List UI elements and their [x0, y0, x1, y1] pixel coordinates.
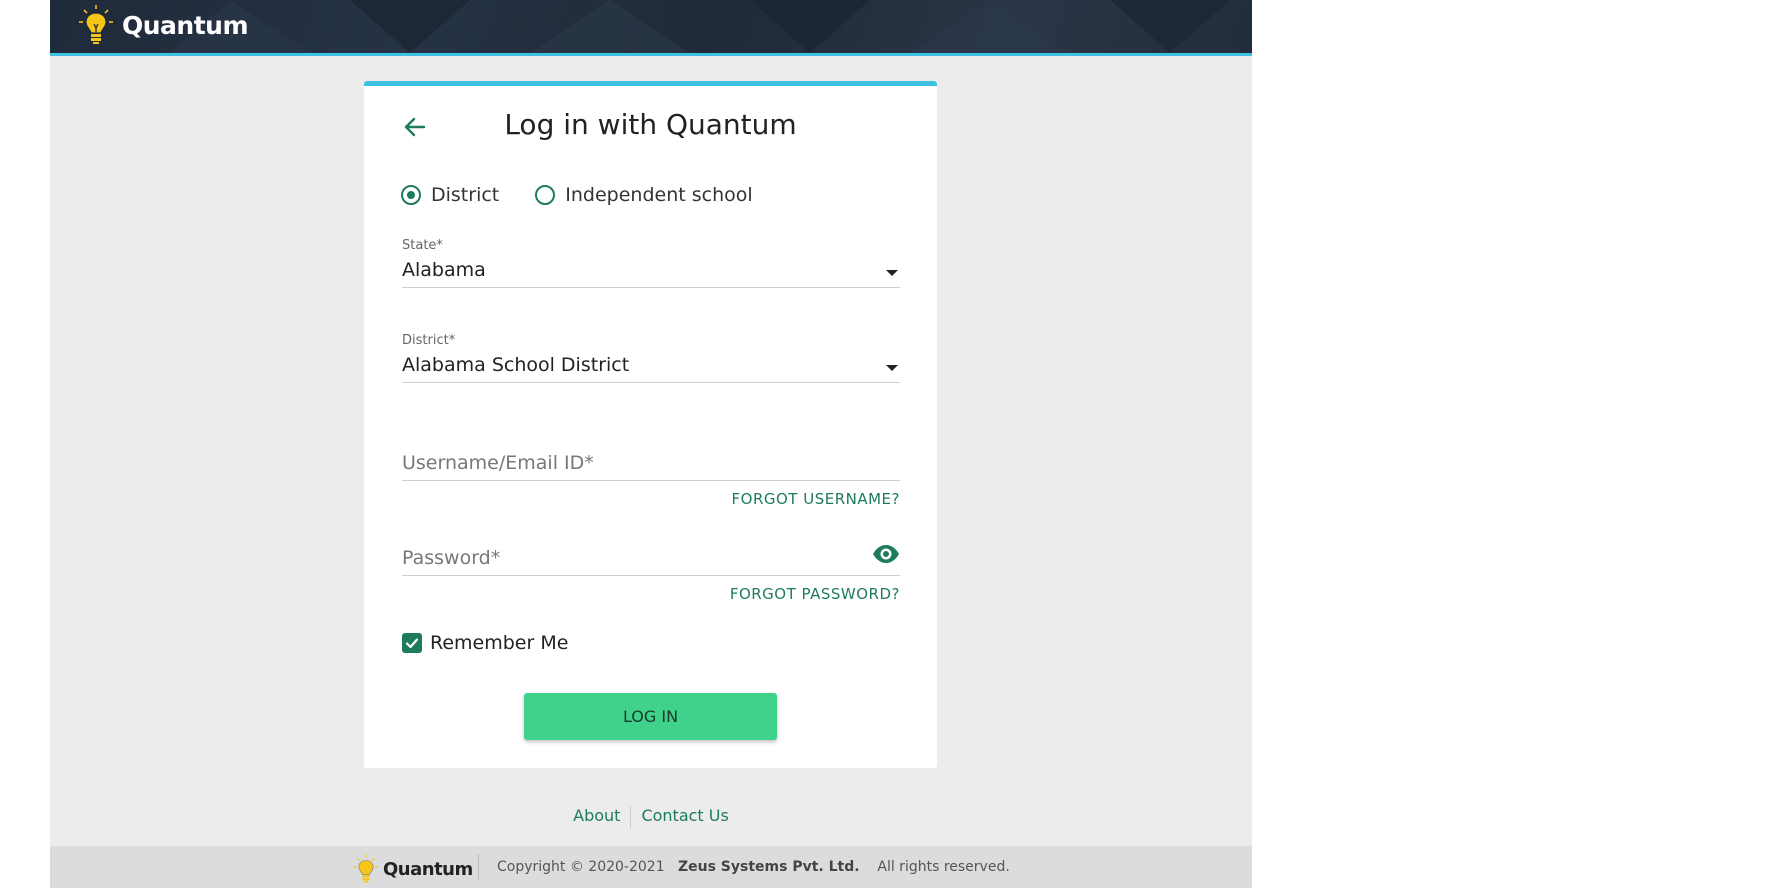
lightbulb-icon: [79, 5, 113, 44]
app-frame: Quantum Log in with Quantum District Ind…: [50, 0, 1252, 888]
login-button[interactable]: LOG IN: [524, 693, 777, 740]
district-select-value-row[interactable]: Alabama School District: [402, 354, 900, 383]
footer-divider: [478, 854, 479, 880]
login-type-radio-group: District Independent school: [401, 184, 789, 206]
username-placeholder: Username/Email ID*: [402, 452, 594, 474]
radio-district-label: District: [431, 184, 500, 206]
lightbulb-icon: [353, 854, 379, 883]
about-link[interactable]: About: [563, 806, 630, 828]
caret-down-icon[interactable]: [886, 270, 898, 276]
header-brand[interactable]: Quantum: [78, 4, 249, 46]
state-select[interactable]: State* Alabama: [402, 238, 900, 288]
username-field-group: Username/Email ID* FORGOT USERNAME?: [402, 452, 900, 508]
radio-option-independent-school[interactable]: Independent school: [535, 184, 753, 206]
radio-independent-school-label: Independent school: [565, 184, 753, 206]
radio-option-district[interactable]: District: [401, 184, 499, 206]
contact-us-link[interactable]: Contact Us: [631, 806, 738, 828]
state-select-label: State*: [402, 238, 443, 253]
password-placeholder: Password*: [402, 547, 501, 569]
header-brand-name: Quantum: [122, 10, 249, 40]
footer: Quantum Copyright © 2020-2021 Zeus Syste…: [50, 846, 1252, 888]
copyright-prefix: Copyright © 2020-2021: [497, 859, 665, 875]
top-header: Quantum: [50, 0, 1252, 56]
rights-text: All rights reserved.: [877, 859, 1010, 875]
username-input[interactable]: Username/Email ID*: [402, 452, 900, 481]
remember-me-checkbox[interactable]: Remember Me: [402, 632, 568, 654]
checkbox-box[interactable]: [402, 633, 422, 653]
remember-me-label: Remember Me: [430, 632, 569, 654]
forgot-password-link[interactable]: FORGOT PASSWORD?: [730, 585, 900, 603]
password-field-group: Password* FORGOT PASSWORD?: [402, 544, 900, 603]
district-select-value: Alabama School District: [402, 354, 630, 376]
copyright-text: Copyright © 2020-2021 Zeus Systems Pvt. …: [497, 859, 1010, 875]
footer-brand: Quantum: [353, 854, 473, 884]
footer-brand-name: Quantum: [383, 858, 473, 880]
state-select-value: Alabama: [402, 259, 486, 281]
password-input[interactable]: Password*: [402, 544, 900, 576]
district-select[interactable]: District* Alabama School District: [402, 333, 900, 383]
bottom-links: About Contact Us: [50, 806, 1252, 828]
forgot-username-link[interactable]: FORGOT USERNAME?: [732, 490, 900, 508]
caret-down-icon[interactable]: [886, 365, 898, 371]
company-name: Zeus Systems Pvt. Ltd.: [677, 859, 860, 875]
district-select-label: District*: [402, 333, 456, 348]
radio-district-indicator[interactable]: [401, 185, 421, 205]
eye-icon[interactable]: [872, 544, 900, 564]
radio-independent-school-indicator[interactable]: [535, 185, 556, 205]
login-card: Log in with Quantum District Independent…: [364, 81, 937, 768]
state-select-value-row[interactable]: Alabama: [402, 259, 900, 288]
check-icon: [405, 638, 419, 649]
login-title: Log in with Quantum: [504, 108, 797, 141]
